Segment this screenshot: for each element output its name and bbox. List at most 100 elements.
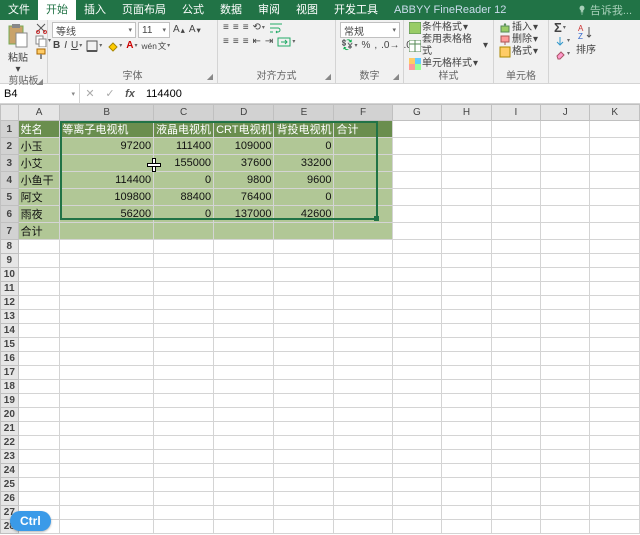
- cell-F14[interactable]: [334, 324, 392, 338]
- cell-A1[interactable]: 姓名: [18, 121, 60, 138]
- cell-D13[interactable]: [214, 310, 274, 324]
- row-header-3[interactable]: 3: [1, 155, 19, 172]
- cell-H26[interactable]: [442, 492, 492, 506]
- number-format-select[interactable]: 常规▾: [340, 22, 400, 38]
- cell-D5[interactable]: 76400: [214, 189, 274, 206]
- cell-F1[interactable]: 合计: [334, 121, 392, 138]
- cell-D6[interactable]: 137000: [214, 206, 274, 223]
- cell-K16[interactable]: [590, 352, 640, 366]
- phonetic-button[interactable]: wén文▾: [141, 40, 172, 52]
- cell-K14[interactable]: [590, 324, 640, 338]
- cell-D14[interactable]: [214, 324, 274, 338]
- cell-B25[interactable]: [60, 478, 154, 492]
- increase-decimal-button[interactable]: .0→: [380, 40, 400, 52]
- cell-F19[interactable]: [334, 394, 392, 408]
- cell-G25[interactable]: [392, 478, 442, 492]
- cell-I23[interactable]: [491, 450, 540, 464]
- cell-B16[interactable]: [60, 352, 154, 366]
- cell-E6[interactable]: 42600: [274, 206, 334, 223]
- cell-B9[interactable]: [60, 254, 154, 268]
- cell-H2[interactable]: [442, 138, 492, 155]
- cell-D15[interactable]: [214, 338, 274, 352]
- row-header-5[interactable]: 5: [1, 189, 19, 206]
- select-all-corner[interactable]: [1, 105, 19, 121]
- cell-C22[interactable]: [154, 436, 214, 450]
- formula-input[interactable]: 114400: [140, 84, 640, 103]
- cell-G21[interactable]: [392, 422, 442, 436]
- row-header-2[interactable]: 2: [1, 138, 19, 155]
- cell-G8[interactable]: [392, 240, 442, 254]
- cell-I4[interactable]: [491, 172, 540, 189]
- row-header-10[interactable]: 10: [1, 268, 19, 282]
- cell-H24[interactable]: [442, 464, 492, 478]
- cell-J17[interactable]: [541, 366, 590, 380]
- cell-F18[interactable]: [334, 380, 392, 394]
- cell-I14[interactable]: [491, 324, 540, 338]
- cell-G14[interactable]: [392, 324, 442, 338]
- cell-B3[interactable]: [60, 155, 154, 172]
- cell-I19[interactable]: [491, 394, 540, 408]
- align-top-button[interactable]: ≡: [222, 22, 230, 34]
- cell-F2[interactable]: [334, 138, 392, 155]
- cell-J2[interactable]: [541, 138, 590, 155]
- cell-A22[interactable]: [18, 436, 60, 450]
- row-header-23[interactable]: 23: [1, 450, 19, 464]
- accounting-button[interactable]: 💱▾: [340, 40, 358, 52]
- ribbon-tab-4[interactable]: 公式: [174, 0, 212, 20]
- cell-I27[interactable]: [491, 506, 540, 520]
- cell-K25[interactable]: [590, 478, 640, 492]
- cell-G13[interactable]: [392, 310, 442, 324]
- cell-C9[interactable]: [154, 254, 214, 268]
- cell-J9[interactable]: [541, 254, 590, 268]
- col-header-D[interactable]: D: [214, 105, 274, 121]
- cell-K7[interactable]: [590, 223, 640, 240]
- cell-G10[interactable]: [392, 268, 442, 282]
- cell-J16[interactable]: [541, 352, 590, 366]
- cell-C28[interactable]: [154, 520, 214, 534]
- cell-B27[interactable]: [60, 506, 154, 520]
- cell-J3[interactable]: [541, 155, 590, 172]
- cell-F12[interactable]: [334, 296, 392, 310]
- cell-I3[interactable]: [491, 155, 540, 172]
- cell-K2[interactable]: [590, 138, 640, 155]
- cell-C24[interactable]: [154, 464, 214, 478]
- cell-C18[interactable]: [154, 380, 214, 394]
- cell-E1[interactable]: 背投电视机: [274, 121, 334, 138]
- decrease-indent-button[interactable]: ⇤: [252, 36, 262, 48]
- cell-B14[interactable]: [60, 324, 154, 338]
- cell-I6[interactable]: [491, 206, 540, 223]
- cell-H3[interactable]: [442, 155, 492, 172]
- cell-F25[interactable]: [334, 478, 392, 492]
- cell-D3[interactable]: 37600: [214, 155, 274, 172]
- cell-J14[interactable]: [541, 324, 590, 338]
- fill-color-button[interactable]: ▾: [105, 40, 123, 52]
- cell-K12[interactable]: [590, 296, 640, 310]
- cell-E24[interactable]: [274, 464, 334, 478]
- cell-K8[interactable]: [590, 240, 640, 254]
- cell-C7[interactable]: [154, 223, 214, 240]
- cell-A24[interactable]: [18, 464, 60, 478]
- cell-J26[interactable]: [541, 492, 590, 506]
- alignment-dialog-launcher[interactable]: ◢: [325, 71, 331, 83]
- cell-J23[interactable]: [541, 450, 590, 464]
- cell-K9[interactable]: [590, 254, 640, 268]
- paste-button[interactable]: 粘贴 ▾: [4, 22, 32, 76]
- cell-F13[interactable]: [334, 310, 392, 324]
- cell-K5[interactable]: [590, 189, 640, 206]
- row-header-26[interactable]: 26: [1, 492, 19, 506]
- row-header-21[interactable]: 21: [1, 422, 19, 436]
- cell-J10[interactable]: [541, 268, 590, 282]
- cell-B2[interactable]: 97200: [60, 138, 154, 155]
- cell-E7[interactable]: [274, 223, 334, 240]
- cell-B4[interactable]: 114400: [60, 172, 154, 189]
- ribbon-tab-7[interactable]: 视图: [288, 0, 326, 20]
- cell-F23[interactable]: [334, 450, 392, 464]
- font-name-select[interactable]: 等线▾: [52, 22, 136, 38]
- cell-B5[interactable]: 109800: [60, 189, 154, 206]
- align-left-button[interactable]: ≡: [222, 36, 230, 48]
- cell-J27[interactable]: [541, 506, 590, 520]
- underline-button[interactable]: U▾: [70, 40, 83, 52]
- cell-J11[interactable]: [541, 282, 590, 296]
- cell-I9[interactable]: [491, 254, 540, 268]
- cell-G2[interactable]: [392, 138, 442, 155]
